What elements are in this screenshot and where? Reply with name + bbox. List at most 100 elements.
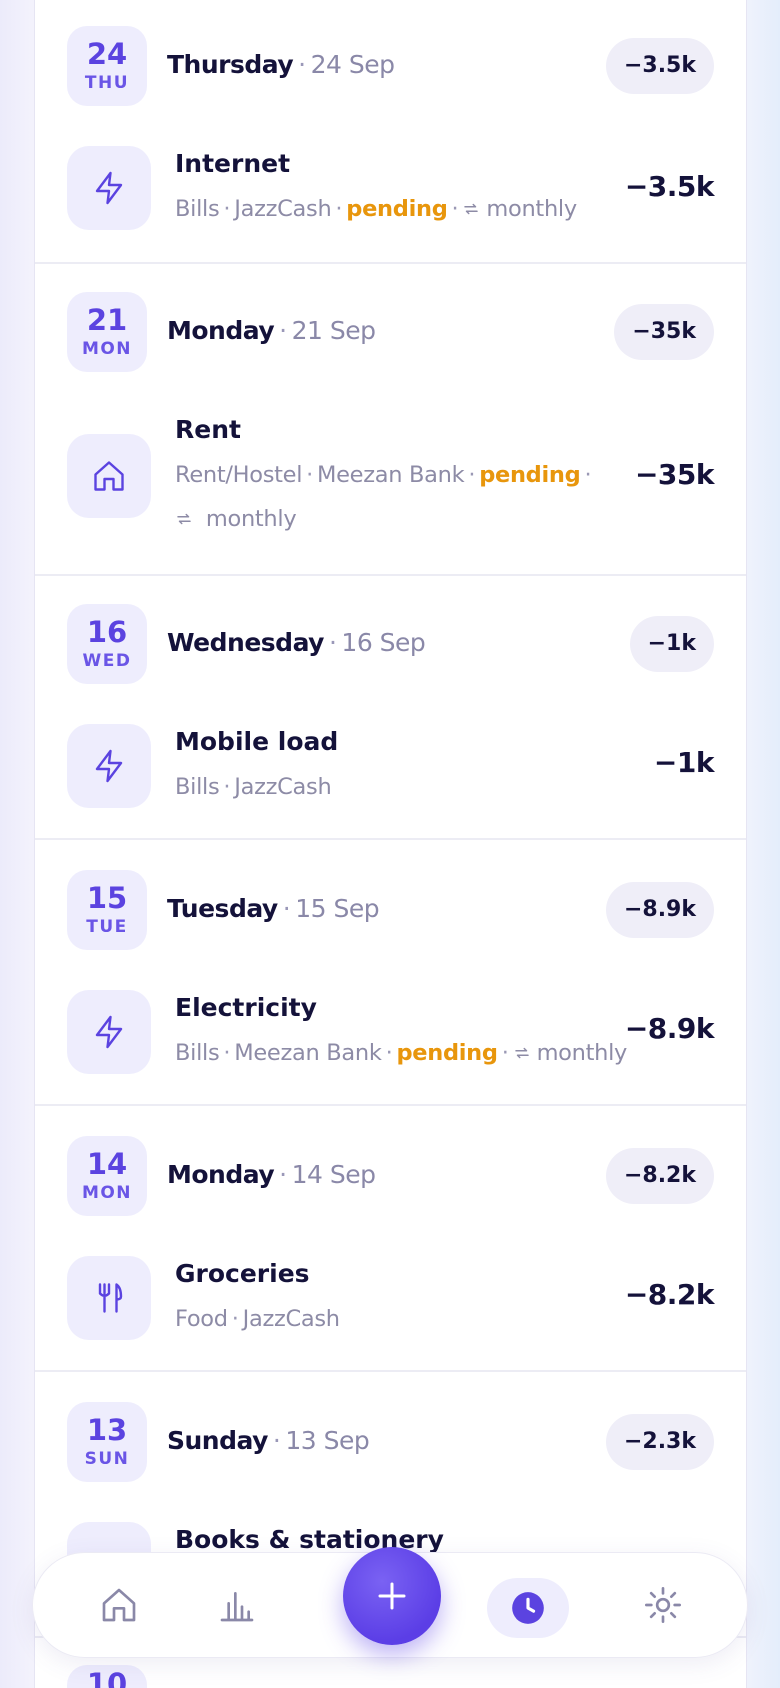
day-group: 16 WED Wednesday · 16 Sep −1k Mobile load …	[35, 576, 746, 840]
transaction-amount: −3.5k	[624, 170, 715, 203]
date-badge: 13 SUN	[67, 1402, 147, 1482]
separator-dot: ·	[501, 1040, 509, 1066]
separator-dot: ·	[306, 462, 314, 488]
date-weekday: TUE	[86, 917, 128, 937]
chart-icon	[220, 1592, 254, 1622]
date-number: 15	[86, 881, 128, 915]
date-number: 13	[86, 1413, 128, 1447]
status-pending: pending	[396, 1040, 498, 1066]
separator-dot: ·	[279, 316, 287, 345]
day-group: 21 MON Monday · 21 Sep −35k Rent Rent/Host…	[35, 264, 746, 576]
nav-stats[interactable]	[217, 1585, 257, 1625]
nav-history[interactable]	[487, 1578, 569, 1638]
transaction-title[interactable]: Groceries	[175, 1258, 310, 1290]
category-icon-box	[67, 434, 151, 518]
transaction-category: Rent/Hostel	[175, 462, 303, 488]
day-total-badge: −8.9k	[605, 882, 714, 938]
fork-knife-icon	[98, 1283, 123, 1313]
bolt-icon	[95, 171, 123, 205]
transaction-title[interactable]: Internet	[175, 148, 290, 180]
transaction-account: JazzCash	[234, 774, 332, 800]
transaction-category: Bills	[175, 774, 220, 800]
day-total-badge: −2.3k	[605, 1414, 714, 1470]
transaction-category: Bills	[175, 196, 220, 222]
separator-dot: ·	[385, 1040, 393, 1066]
transaction-repeat: monthly	[486, 196, 577, 222]
bolt-icon	[95, 749, 123, 783]
home-icon	[102, 1588, 136, 1622]
separator-dot: ·	[223, 1040, 231, 1066]
category-icon-box	[67, 146, 151, 230]
separator-dot: ·	[328, 628, 337, 657]
history-icon	[512, 1592, 544, 1624]
date-number: 21	[86, 303, 128, 337]
day-name: Wednesday	[167, 628, 324, 657]
day-date: 16 Sep	[341, 628, 426, 657]
date-badge: 15 TUE	[67, 870, 147, 950]
day-date: 21 Sep	[291, 316, 376, 345]
day-total-badge: −1k	[629, 616, 714, 672]
date-weekday: MON	[81, 339, 133, 359]
transaction-amount: −1k	[653, 746, 715, 779]
date-number: 16	[86, 615, 128, 649]
date-badge: 16 WED	[67, 604, 147, 684]
date-badge: 14 MON	[67, 1136, 147, 1216]
transaction-meta: Rent/Hostel · Meezan Bank · pending · monthly	[175, 453, 615, 541]
separator-dot: ·	[298, 50, 306, 79]
transaction-title[interactable]: Electricity	[175, 992, 317, 1024]
separator-dot: ·	[584, 462, 592, 488]
status-pending: pending	[346, 196, 448, 222]
separator-dot: ·	[231, 1306, 239, 1332]
bolt-icon	[95, 1015, 123, 1049]
day-name: Monday	[167, 1160, 275, 1189]
day-heading: Wednesday · 16 Sep	[167, 623, 426, 663]
day-heading: Monday · 21 Sep	[167, 311, 376, 351]
nav-settings[interactable]	[643, 1585, 683, 1625]
transaction-meta: Food · JazzCash	[175, 1297, 605, 1341]
transaction-amount: −35k	[634, 458, 715, 491]
day-group: 14 MON Monday · 14 Sep −8.2k Groceries Foo…	[35, 1106, 746, 1372]
day-group: 15 TUE Tuesday · 15 Sep −8.9k Electricity …	[35, 840, 746, 1106]
day-name: Thursday	[167, 50, 294, 79]
transaction-meta: Bills · Meezan Bank · pending · monthly	[175, 1031, 627, 1075]
bottom-nav	[32, 1547, 748, 1658]
nav-home[interactable]	[99, 1585, 139, 1625]
transaction-repeat: monthly	[536, 1040, 628, 1066]
separator-dot: ·	[451, 196, 459, 222]
transaction-amount: −8.2k	[624, 1278, 715, 1311]
transaction-title[interactable]: Rent	[175, 414, 241, 446]
day-date: 13 Sep	[285, 1426, 370, 1455]
day-heading: Thursday · 24 Sep	[167, 45, 395, 85]
date-weekday: THU	[84, 73, 130, 93]
transaction-account: JazzCash	[234, 196, 332, 222]
day-group: 24 THU Thursday · 24 Sep −3.5k Internet Bi…	[35, 0, 746, 264]
separator-dot: ·	[468, 462, 476, 488]
transaction-repeat: monthly	[205, 506, 297, 532]
separator-dot: ·	[282, 894, 291, 923]
day-name: Monday	[167, 316, 275, 345]
transaction-title[interactable]: Mobile load	[175, 726, 338, 758]
separator-dot: ·	[223, 196, 231, 222]
repeat-icon	[514, 1047, 529, 1059]
day-heading: Tuesday · 15 Sep	[167, 889, 380, 929]
home-icon	[94, 461, 124, 491]
day-date: 14 Sep	[291, 1160, 376, 1189]
category-icon-box	[67, 990, 151, 1074]
transaction-category: Food	[175, 1306, 228, 1332]
category-icon-box	[67, 1256, 151, 1340]
day-total-badge: −3.5k	[605, 38, 714, 94]
date-number: 24	[86, 37, 128, 71]
add-transaction-button[interactable]	[343, 1547, 441, 1645]
day-date: 24 Sep	[310, 50, 395, 79]
date-weekday: WED	[82, 651, 132, 671]
repeat-icon	[464, 203, 479, 215]
day-name: Sunday	[167, 1426, 268, 1455]
day-total-badge: −35k	[614, 304, 714, 360]
plus-icon	[378, 1582, 406, 1610]
transaction-amount: −8.9k	[624, 1012, 715, 1045]
day-heading: Monday · 14 Sep	[167, 1155, 376, 1195]
transaction-account: Meezan Bank	[234, 1040, 382, 1066]
settings-icon	[645, 1587, 681, 1623]
separator-dot: ·	[279, 1160, 287, 1189]
day-date: 15 Sep	[295, 894, 380, 923]
